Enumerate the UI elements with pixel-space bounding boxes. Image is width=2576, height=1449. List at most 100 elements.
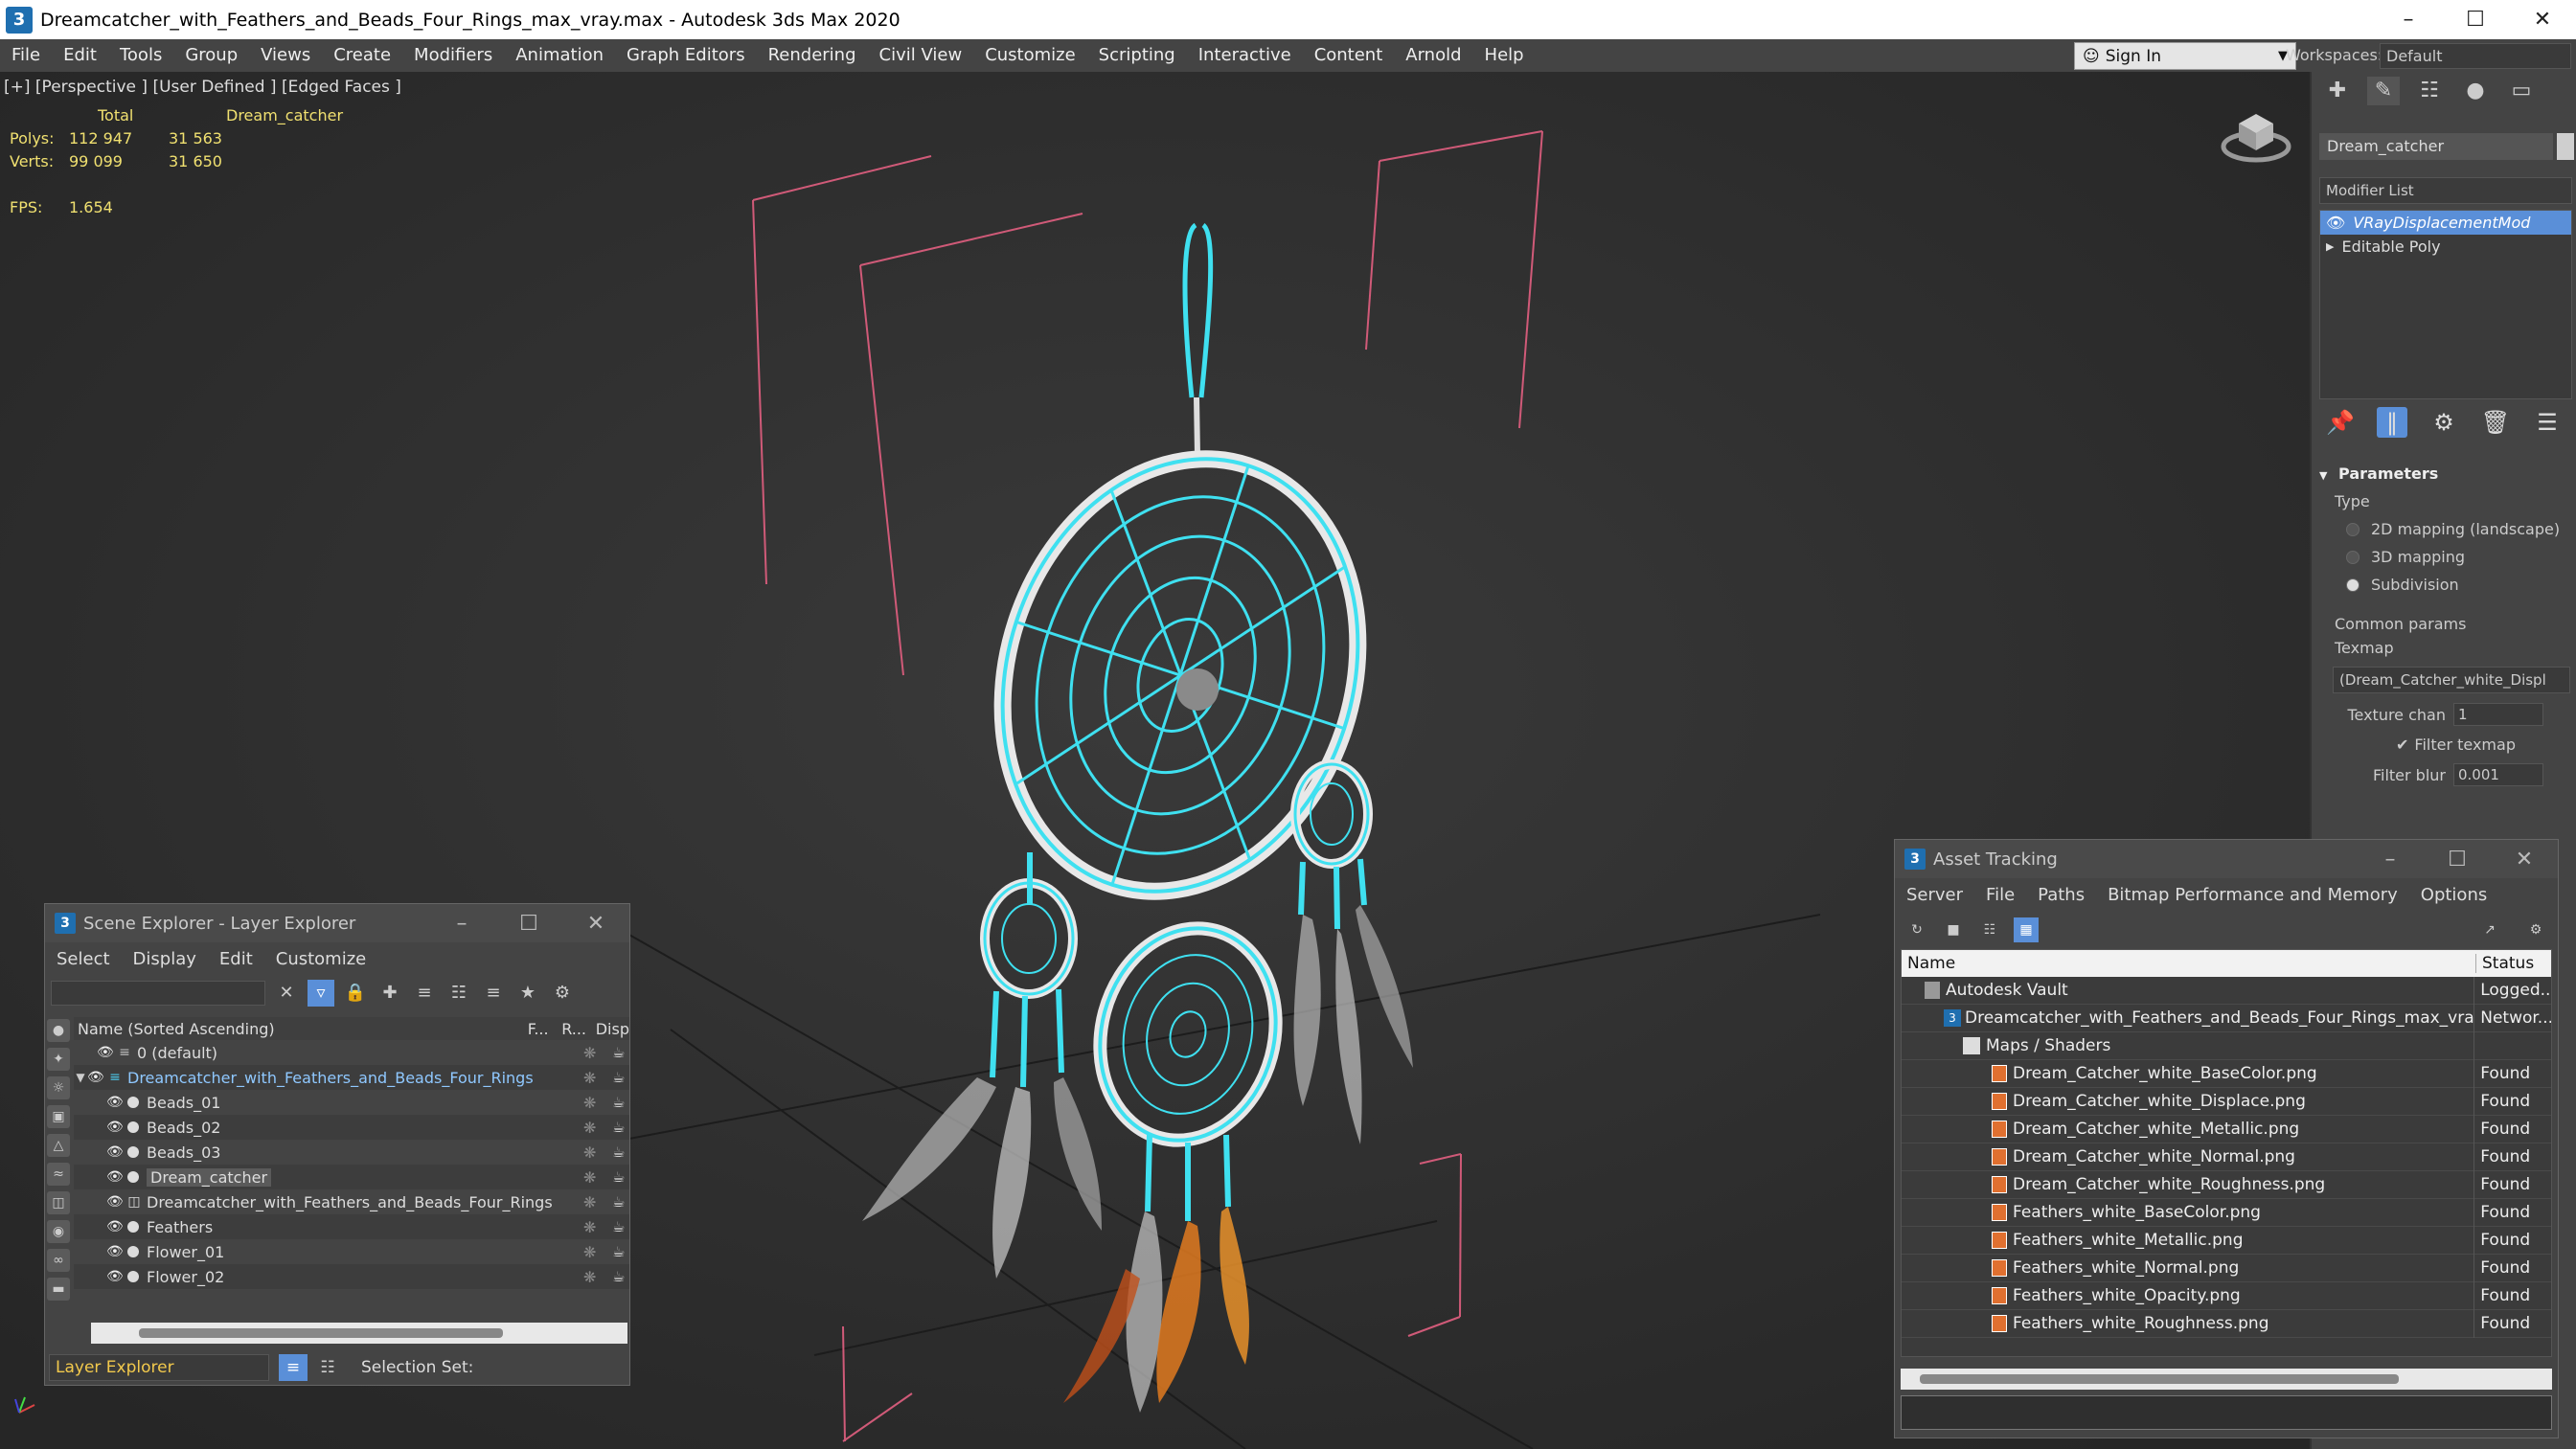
radio-subdivision[interactable]: Subdivision	[2346, 576, 2572, 594]
renderable-teapot-icon[interactable]: ☕	[612, 1168, 625, 1186]
viewport-label[interactable]: [+] [Perspective ] [User Defined ] [Edge…	[4, 78, 401, 97]
modify-tab-icon[interactable]: ✎	[2367, 77, 2400, 105]
shapes-filter-icon[interactable]: ✦	[47, 1048, 70, 1071]
freeze-icon[interactable]: ❋	[583, 1069, 596, 1087]
menu-paths[interactable]: Paths	[2026, 885, 2096, 905]
menu-create[interactable]: Create	[322, 39, 402, 72]
menu-group[interactable]: Group	[173, 39, 249, 72]
visibility-eye-icon[interactable]: 👁	[106, 1120, 124, 1135]
cameras-filter-icon[interactable]: ▣	[47, 1105, 70, 1128]
layer-explorer-toggle-icon[interactable]: ≡	[279, 1354, 308, 1381]
visibility-eye-icon[interactable]: 👁	[106, 1244, 124, 1259]
texture-chan-spinner[interactable]: 1	[2453, 703, 2543, 726]
visibility-eye-icon[interactable]: 👁	[106, 1194, 124, 1210]
renderable-teapot-icon[interactable]: ☕	[612, 1044, 625, 1061]
tree-row[interactable]: 👁 Beads_03 ❋ ☕	[74, 1140, 629, 1165]
column-name[interactable]: Name (Sorted Ascending)	[74, 1020, 528, 1038]
renderable-teapot-icon[interactable]: ☕	[612, 1069, 625, 1086]
menu-edit[interactable]: Edit	[52, 39, 108, 72]
renderable-teapot-icon[interactable]: ☕	[612, 1119, 625, 1136]
menu-modifiers[interactable]: Modifiers	[402, 39, 504, 72]
explorer-mode-dropdown[interactable]: Layer Explorer	[49, 1354, 269, 1381]
maximize-button[interactable]: ☐	[495, 904, 562, 942]
freeze-icon[interactable]: ❋	[583, 1094, 596, 1112]
asset-row[interactable]: Dream_Catcher_white_Metallic.png Found	[1902, 1115, 2551, 1143]
groups-filter-icon[interactable]: ◫	[47, 1191, 70, 1214]
menu-file[interactable]: File	[0, 39, 52, 72]
visibility-eye-icon[interactable]: 👁	[106, 1095, 124, 1110]
viewcube-icon[interactable]	[2220, 101, 2292, 164]
tree-row[interactable]: 👁 Beads_02 ❋ ☕	[74, 1115, 629, 1140]
lock-icon[interactable]: 🔒	[342, 980, 369, 1007]
asset-row[interactable]: Feathers_white_Roughness.png Found	[1902, 1309, 2551, 1338]
scene-explorer-titlebar[interactable]: 3 Scene Explorer - Layer Explorer – ☐ ✕	[45, 904, 629, 942]
pin-stack-icon[interactable]: 📌	[2325, 407, 2356, 438]
column-status[interactable]: Status	[2476, 954, 2534, 973]
visibility-eye-icon[interactable]: 👁	[106, 1169, 124, 1185]
bones-filter-icon[interactable]: ∞	[47, 1249, 70, 1272]
hierarchy-toggle-icon[interactable]: ☷	[313, 1354, 342, 1381]
search-input[interactable]	[51, 981, 265, 1006]
table-view-icon[interactable]: ▦	[2014, 917, 2039, 942]
tree-row[interactable]: 👁 Dream_catcher ❋ ☕	[74, 1165, 629, 1189]
renderable-teapot-icon[interactable]: ☕	[612, 1218, 625, 1235]
menu-animation[interactable]: Animation	[504, 39, 615, 72]
layers-icon[interactable]: ≡	[411, 980, 438, 1007]
horizontal-scrollbar[interactable]	[91, 1323, 627, 1344]
menu-bitmap-performance[interactable]: Bitmap Performance and Memory	[2096, 885, 2409, 905]
maximize-button[interactable]: ☐	[2424, 840, 2491, 878]
renderable-teapot-icon[interactable]: ☕	[612, 1243, 625, 1260]
tree-row[interactable]: ▼ 👁 ≡ Dreamcatcher_with_Feathers_and_Bea…	[74, 1065, 629, 1090]
asset-row[interactable]: 3 Dreamcatcher_with_Feathers_and_Beads_Fo…	[1902, 1004, 2551, 1032]
column-render[interactable]: R...	[561, 1020, 596, 1038]
expand-arrow-icon[interactable]: ▼	[74, 1071, 87, 1084]
asset-row[interactable]: Dream_Catcher_white_BaseColor.png Found	[1902, 1059, 2551, 1088]
asset-row[interactable]: Feathers_white_Normal.png Found	[1902, 1254, 2551, 1282]
remove-modifier-icon[interactable]: 🗑	[2480, 407, 2511, 438]
freeze-icon[interactable]: ❋	[583, 1218, 596, 1236]
tree-row[interactable]: 👁 Flower_02 ❋ ☕	[74, 1264, 629, 1289]
all-filter-icon[interactable]: ▬	[47, 1278, 70, 1301]
menu-customize[interactable]: Customize	[973, 39, 1086, 72]
close-button[interactable]: ✕	[2509, 0, 2576, 39]
spacewarps-filter-icon[interactable]: ≈	[47, 1163, 70, 1186]
filter-icon[interactable]: ▿	[308, 980, 334, 1007]
helpers-filter-icon[interactable]: △	[47, 1134, 70, 1157]
modifier-list-dropdown[interactable]: Modifier List	[2319, 177, 2572, 204]
tree-row[interactable]: 👁 Beads_01 ❋ ☕	[74, 1090, 629, 1115]
checkbox-checked-icon[interactable]: ✔	[2396, 736, 2408, 754]
close-button[interactable]: ✕	[2491, 840, 2558, 878]
menu-options[interactable]: Options	[2409, 885, 2498, 905]
menu-tools[interactable]: Tools	[108, 39, 173, 72]
asset-row[interactable]: Maps / Shaders	[1902, 1031, 2551, 1060]
menu-civil-view[interactable]: Civil View	[868, 39, 974, 72]
tree-row[interactable]: 👁 ◫ Dreamcatcher_with_Feathers_and_Beads…	[74, 1189, 629, 1214]
motion-tab-icon[interactable]: ●	[2459, 77, 2492, 105]
object-name-field[interactable]: Dream_catcher	[2319, 133, 2553, 160]
menu-views[interactable]: Views	[249, 39, 322, 72]
radio-2d-mapping[interactable]: 2D mapping (landscape)	[2346, 520, 2572, 538]
column-frozen[interactable]: F...	[528, 1020, 562, 1038]
horizontal-scrollbar[interactable]	[1901, 1369, 2552, 1390]
object-color-swatch[interactable]	[2557, 133, 2574, 160]
menu-interactive[interactable]: Interactive	[1187, 39, 1303, 72]
create-tab-icon[interactable]: ✚	[2321, 77, 2354, 105]
freeze-icon[interactable]: ❋	[583, 1044, 596, 1062]
workspace-select[interactable]: Default	[2380, 43, 2571, 69]
visibility-eye-icon[interactable]: 👁	[97, 1045, 114, 1060]
lights-filter-icon[interactable]: ☼	[47, 1076, 70, 1099]
renderable-teapot-icon[interactable]: ☕	[612, 1268, 625, 1285]
freeze-icon[interactable]: ❋	[583, 1193, 596, 1211]
settings-icon[interactable]: ⚙	[549, 980, 576, 1007]
visibility-eye-icon[interactable]: 👁	[87, 1070, 104, 1085]
menu-rendering[interactable]: Rendering	[757, 39, 868, 72]
geometry-filter-icon[interactable]: ●	[47, 1019, 70, 1042]
settings-icon[interactable]: ⚙	[2523, 917, 2548, 942]
tree-row[interactable]: 👁 Feathers ❋ ☕	[74, 1214, 629, 1239]
help-icon[interactable]: ↗	[2477, 917, 2502, 942]
menu-scripting[interactable]: Scripting	[1087, 39, 1187, 72]
show-end-result-icon[interactable]: ‖	[2377, 407, 2407, 438]
menu-customize[interactable]: Customize	[264, 949, 377, 969]
visibility-eye-icon[interactable]: 👁	[106, 1144, 124, 1160]
menu-content[interactable]: Content	[1303, 39, 1395, 72]
